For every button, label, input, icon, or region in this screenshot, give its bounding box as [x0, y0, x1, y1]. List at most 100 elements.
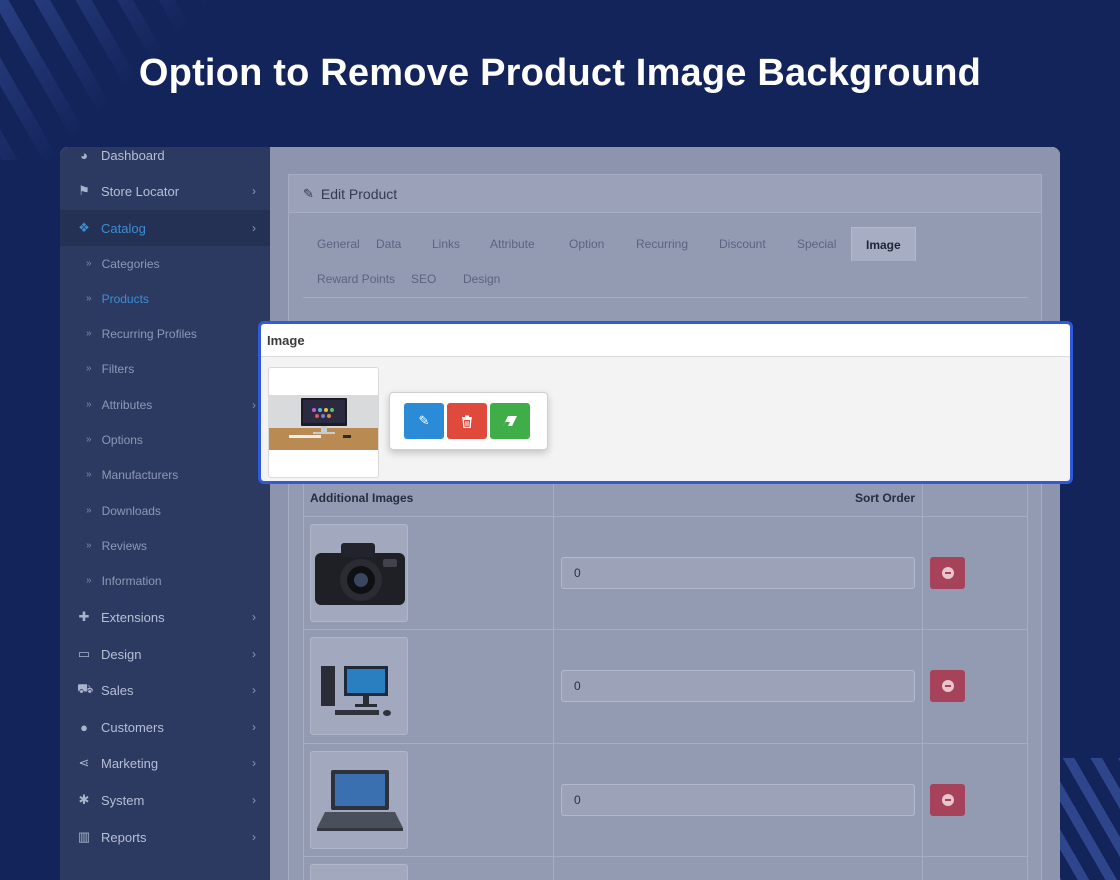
desktop-computer-image[interactable] — [310, 637, 408, 735]
sidebar-item-design[interactable]: ▭ Design › — [60, 636, 270, 672]
user-icon: ● — [80, 719, 88, 735]
sidebar-subitem-label: Reviews — [101, 538, 147, 553]
sidebar-subitem-label: Information — [101, 573, 162, 588]
sort-order-input[interactable]: 0 — [561, 557, 915, 589]
sidebar-subitem-categories[interactable]: » Categories — [60, 246, 270, 281]
tab-links[interactable]: Links — [418, 227, 474, 261]
bullet-icon: » — [86, 293, 92, 304]
chevron-right-icon: › — [252, 830, 256, 844]
admin-window: ◕ Dashboard ⚑ Store Locator › ❖ Catalog … — [60, 147, 1060, 880]
chevron-right-icon: › — [252, 397, 256, 412]
sidebar-subitem-manufacturers[interactable]: » Manufacturers — [60, 457, 270, 492]
sidebar-subitem-filters[interactable]: » Filters — [60, 351, 270, 386]
tab-recurring[interactable]: Recurring — [622, 227, 702, 261]
sidebar-item-reports[interactable]: ▥ Reports › — [60, 819, 270, 855]
sidebar-subitem-reviews[interactable]: » Reviews — [60, 528, 270, 563]
panel-title: Edit Product — [320, 185, 398, 202]
flag-icon: ⚑ — [78, 183, 90, 198]
remove-row-button[interactable] — [930, 557, 965, 589]
chevron-right-icon: › — [252, 610, 256, 624]
sidebar-subitem-label: Manufacturers — [101, 467, 179, 482]
edit-product-panel: ✎ Edit Product General Data Links Attrib… — [288, 174, 1042, 880]
cart-icon: ⛟ — [77, 681, 94, 696]
chevron-right-icon: › — [252, 756, 256, 770]
remove-row-button[interactable] — [930, 670, 965, 702]
bullet-icon: » — [86, 434, 92, 445]
bullet-icon: » — [86, 363, 92, 374]
tab-discount[interactable]: Discount — [705, 227, 780, 261]
bullet-icon: » — [86, 469, 92, 480]
sidebar-subitem-information[interactable]: » Information — [60, 563, 270, 598]
eraser-icon — [503, 416, 517, 426]
sort-order-input[interactable]: 0 — [561, 784, 915, 816]
sidebar-item-sales[interactable]: ⛟ Sales › — [60, 672, 270, 708]
pencil-icon: ✎ — [418, 413, 430, 428]
minus-circle-icon — [941, 794, 954, 806]
tab-attribute[interactable]: Attribute — [476, 227, 549, 261]
bullet-icon: » — [86, 399, 92, 410]
tab-design[interactable]: Design — [449, 262, 514, 296]
tab-option[interactable]: Option — [555, 227, 618, 261]
dashboard-icon: ◕ — [80, 147, 88, 163]
edit-image-button[interactable]: ✎ — [404, 403, 444, 439]
image-section-highlight: Image ✎ — [258, 321, 1073, 484]
pencil-icon: ✎ — [303, 185, 314, 201]
remove-background-button[interactable] — [490, 403, 530, 439]
tags-icon: ❖ — [78, 220, 90, 235]
sidebar-subitem-downloads[interactable]: » Downloads — [60, 493, 270, 528]
sidebar-item-label: Design — [101, 646, 142, 662]
sidebar-item-system[interactable]: ✱ System › — [60, 782, 270, 818]
bullet-icon: » — [86, 575, 92, 586]
tab-data[interactable]: Data — [362, 227, 415, 261]
sidebar-item-dashboard[interactable]: ◕ Dashboard — [60, 147, 270, 173]
sidebar-subitem-label: Categories — [101, 256, 160, 271]
tab-image[interactable]: Image — [851, 227, 916, 261]
sidebar-item-label: Dashboard — [101, 147, 165, 163]
bar-chart-icon: ▥ — [77, 829, 91, 844]
remove-row-button[interactable] — [930, 784, 965, 816]
additional-image-thumbnail[interactable] — [310, 864, 408, 880]
monitor-icon: ▭ — [77, 646, 91, 661]
sidebar-subitem-attributes[interactable]: » Attributes › — [60, 387, 270, 422]
camera-image[interactable] — [310, 524, 408, 622]
sidebar-item-label: Extensions — [101, 609, 165, 625]
sidebar-subitem-products[interactable]: » Products — [60, 281, 270, 316]
tab-seo[interactable]: SEO — [397, 262, 450, 296]
delete-image-button[interactable] — [447, 403, 487, 439]
sidebar-item-marketing[interactable]: ⋖ Marketing › — [60, 745, 270, 781]
column-header-sort-order: Sort Order — [854, 491, 915, 505]
sidebar-subitem-label: Downloads — [101, 503, 161, 518]
chevron-right-icon: › — [252, 720, 256, 734]
chevron-right-icon: › — [252, 793, 256, 807]
sort-order-input[interactable]: 0 — [561, 670, 915, 702]
chevron-right-icon: › — [252, 184, 256, 198]
main-product-image[interactable] — [268, 367, 379, 478]
main-content: ✎ Edit Product General Data Links Attrib… — [270, 147, 1060, 880]
decorative-stripes-bottom-right — [1050, 758, 1120, 880]
minus-circle-icon — [941, 680, 954, 692]
share-icon: ⋖ — [78, 755, 90, 770]
sidebar-subitem-options[interactable]: » Options — [60, 422, 270, 457]
sidebar-item-label: System — [101, 792, 145, 808]
bullet-icon: » — [86, 505, 92, 516]
sidebar-item-customers[interactable]: ● Customers › — [60, 709, 270, 745]
sidebar-item-store-locator[interactable]: ⚑ Store Locator › — [60, 173, 270, 209]
puzzle-icon: ✚ — [78, 609, 90, 624]
sidebar: ◕ Dashboard ⚑ Store Locator › ❖ Catalog … — [60, 147, 270, 880]
sidebar-item-catalog[interactable]: ❖ Catalog › — [60, 210, 270, 246]
tab-special[interactable]: Special — [783, 227, 850, 261]
sidebar-subitem-recurring-profiles[interactable]: » Recurring Profiles — [60, 316, 270, 351]
bullet-icon: » — [86, 540, 92, 551]
bullet-icon: » — [86, 328, 92, 339]
sidebar-subitem-label: Attributes — [101, 397, 153, 412]
minus-circle-icon — [941, 567, 954, 579]
tab-reward-points[interactable]: Reward Points — [303, 262, 409, 296]
sidebar-item-extensions[interactable]: ✚ Extensions › — [60, 599, 270, 635]
sidebar-subitem-label: Filters — [101, 361, 135, 376]
cog-icon: ✱ — [78, 792, 90, 807]
sidebar-subitem-label: Options — [101, 432, 143, 447]
chevron-right-icon: › — [252, 647, 256, 661]
sidebar-item-label: Catalog — [101, 220, 146, 236]
sidebar-subitem-label: Recurring Profiles — [101, 326, 197, 341]
laptop-image[interactable] — [310, 751, 408, 849]
